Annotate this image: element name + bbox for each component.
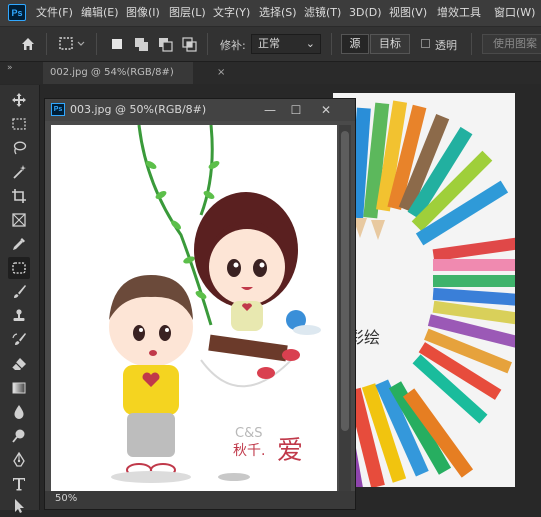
patch-mode-label: 修补:	[220, 39, 246, 52]
dodge-tool-icon[interactable]	[8, 425, 30, 447]
menu-filter[interactable]: 滤镜(T)	[304, 0, 341, 26]
scrollbar-thumb[interactable]	[341, 131, 349, 431]
patch-mode-value: 正常	[258, 37, 280, 50]
photoshop-doc-icon: Ps	[51, 103, 65, 116]
blur-tool-icon[interactable]	[8, 401, 30, 423]
menu-edit[interactable]: 编辑(E)	[81, 0, 119, 26]
path-select-tool-icon[interactable]	[8, 495, 30, 517]
brush-tool-icon[interactable]	[8, 281, 30, 303]
tab-002-jpg[interactable]: 002.jpg @ 54%(RGB/8#) ×	[43, 62, 225, 84]
frame-tool-icon[interactable]	[8, 209, 30, 231]
document-window-003[interactable]: Ps 003.jpg @ 50%(RGB/8#) — ☐ ✕ C&S 秋千. 爱…	[44, 98, 356, 510]
menu-select[interactable]: 选择(S)	[259, 0, 297, 26]
close-tab-icon[interactable]: ×	[217, 62, 225, 84]
tools-panel	[0, 85, 40, 513]
menu-layer[interactable]: 图层(L)	[169, 0, 206, 26]
photoshop-logo-icon[interactable]: Ps	[8, 4, 26, 21]
maximize-icon[interactable]: ☐	[285, 101, 307, 119]
eyedropper-tool-icon[interactable]	[8, 233, 30, 255]
crop-tool-icon[interactable]	[8, 185, 30, 207]
zoom-level[interactable]: 50%	[55, 493, 77, 504]
swing-cartoon-image: C&S 秋千. 爱	[51, 125, 337, 491]
transparent-checkbox[interactable]	[421, 39, 430, 48]
patch-mode-select[interactable]: 正常 ⌄	[251, 34, 321, 54]
menu-bar: Ps 文件(F) 编辑(E) 图像(I) 图层(L) 文字(Y) 选择(S) 滤…	[0, 0, 541, 27]
window-title: 003.jpg @ 50%(RGB/8#)	[70, 103, 207, 116]
collapse-panel-icon[interactable]: »	[7, 63, 13, 73]
close-icon[interactable]: ✕	[315, 101, 337, 119]
home-icon[interactable]	[20, 36, 36, 55]
clone-stamp-tool-icon[interactable]	[8, 305, 30, 327]
vertical-scrollbar[interactable]	[339, 125, 351, 491]
window-title-bar[interactable]: Ps 003.jpg @ 50%(RGB/8#) — ☐ ✕	[45, 99, 355, 121]
window-status-bar: 50%	[45, 491, 355, 509]
cartoon-artwork: C&S 秋千. 爱	[51, 125, 337, 491]
menu-image[interactable]: 图像(I)	[126, 0, 160, 26]
menu-type[interactable]: 文字(Y)	[213, 0, 250, 26]
history-brush-tool-icon[interactable]	[8, 329, 30, 351]
options-bar: 修补: 正常 ⌄ 源 目标 透明 使用图案	[0, 27, 541, 62]
lasso-tool-icon[interactable]	[8, 137, 30, 159]
subtract-selection-icon[interactable]	[158, 37, 173, 52]
intersect-selection-icon[interactable]	[182, 37, 197, 52]
source-button[interactable]: 源	[341, 34, 369, 54]
add-selection-icon[interactable]	[134, 37, 148, 51]
menu-view[interactable]: 视图(V)	[389, 0, 427, 26]
transparent-label: 透明	[435, 39, 457, 52]
marquee-tool-icon[interactable]	[8, 113, 30, 135]
patch-preset-icon[interactable]	[58, 35, 86, 56]
move-tool-icon[interactable]	[8, 89, 30, 111]
logo-cn-2: 爱	[277, 436, 303, 466]
logo-latin: C&S	[235, 426, 262, 441]
pencils-image	[333, 93, 515, 487]
tab-label: 002.jpg @ 54%(RGB/8#)	[50, 67, 174, 78]
menu-file[interactable]: 文件(F)	[36, 0, 73, 26]
minimize-icon[interactable]: —	[259, 101, 281, 119]
type-tool-icon[interactable]	[8, 473, 30, 495]
use-pattern-button[interactable]: 使用图案	[482, 34, 541, 54]
menu-3d[interactable]: 3D(D)	[349, 0, 382, 26]
menu-plugins[interactable]: 增效工具	[437, 0, 481, 26]
pen-tool-icon[interactable]	[8, 449, 30, 471]
colored-pencils-artwork	[333, 93, 515, 487]
destination-button[interactable]: 目标	[370, 34, 410, 54]
magic-wand-tool-icon[interactable]	[8, 161, 30, 183]
menu-window[interactable]: 窗口(W)	[494, 0, 535, 26]
new-selection-icon[interactable]	[110, 37, 124, 51]
chevron-down-icon: ⌄	[305, 37, 315, 50]
logo-cn-1: 秋千.	[233, 443, 265, 459]
patch-tool-icon[interactable]	[8, 257, 30, 279]
gradient-tool-icon[interactable]	[8, 377, 30, 399]
eraser-tool-icon[interactable]	[8, 353, 30, 375]
